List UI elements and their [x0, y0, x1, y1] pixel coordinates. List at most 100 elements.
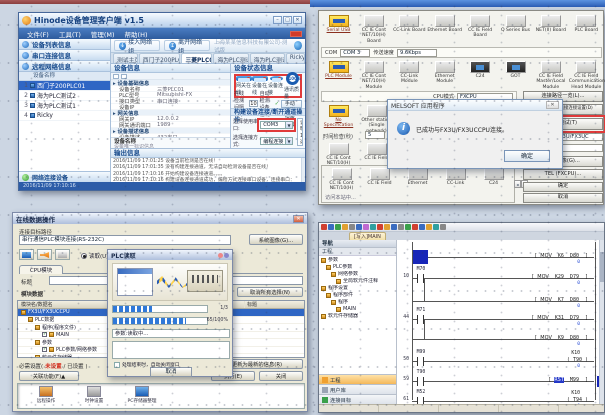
interface-item[interactable]: Q Series Bus — [498, 15, 533, 33]
tree-item[interactable]: 程序设置 — [319, 285, 396, 292]
ok-button[interactable]: 确定 — [523, 182, 603, 192]
tree-item[interactable]: PLC参数 — [319, 264, 396, 271]
interface-item[interactable]: CC-Link Board — [392, 15, 427, 33]
interface-item[interactable]: CC-Link Module — [392, 61, 427, 85]
toolbar-icon[interactable] — [377, 224, 383, 230]
sidebar-item-network-devices[interactable]: 网络连接设备 — [19, 171, 110, 182]
toolbar-icon[interactable] — [356, 224, 362, 230]
ladder-rung[interactable]: [ MOV K7 D80 ]0 — [397, 288, 594, 308]
toolbar-icon[interactable] — [405, 224, 411, 230]
toolbar-icon[interactable] — [384, 224, 390, 230]
chevron-down-icon[interactable]: ▼ — [285, 138, 292, 144]
interface-item[interactable]: C24 — [463, 61, 498, 79]
device-tab[interactable]: 西门子200PLC01 — [139, 53, 181, 63]
auto-close-checkbox[interactable] — [114, 362, 120, 368]
cancel-button[interactable]: 取消 — [150, 367, 192, 377]
manual-check-button[interactable]: 手动检测设备在线 — [281, 100, 302, 108]
sidebar-section-2[interactable]: 远程网络信息 — [19, 61, 110, 72]
dialog-titlebar[interactable]: PLC读取 — [108, 250, 232, 260]
ladder-rung[interactable]: [ MOV K6 D80 ]0 — [397, 244, 594, 264]
close-button[interactable]: ✕ — [293, 16, 302, 24]
tree-item[interactable]: 软元件存储器 — [319, 313, 396, 320]
toolbar-icon[interactable] — [391, 224, 397, 230]
tab-cpu-module[interactable]: CPU模块 — [19, 265, 63, 274]
document-tab[interactable]: [写入]MAIN — [349, 232, 386, 240]
toolbar-icon[interactable] — [433, 224, 439, 230]
device-tab[interactable]: Ricky — [286, 53, 305, 63]
toolbar-icon[interactable] — [419, 224, 425, 230]
log-scrollbar[interactable] — [301, 158, 305, 182]
cancel-all-button[interactable]: 取消所有选择(N) — [237, 287, 303, 297]
related-function-1[interactable]: 时钟设置 — [72, 386, 116, 404]
interface-item[interactable]: CC IE Cont NET/10(H) Module — [356, 61, 391, 90]
station-item[interactable]: No Specification — [321, 105, 356, 129]
menu-item[interactable]: 文件(F) — [22, 29, 54, 39]
chevron-down-icon[interactable]: ▼ — [285, 122, 292, 128]
leave-network-button[interactable]: ↥ 离开网络组 — [164, 40, 210, 51]
nav-button-连接目标[interactable]: 连接目标 — [319, 394, 396, 404]
route-module-item[interactable]: CC IE Cont NET/10(H) — [321, 143, 356, 167]
route-item[interactable]: CC IE Field — [362, 168, 397, 186]
time-check-field[interactable]: 5 — [365, 131, 385, 139]
ladder-rung[interactable]: 61M52K10( T94 )0 — [397, 388, 594, 404]
tel-button[interactable]: TEL (FXCPU)... — [523, 169, 603, 180]
toolbar-icon[interactable] — [349, 224, 355, 230]
cancel-button[interactable]: 取消 — [523, 193, 603, 203]
toolbar-icon[interactable] — [342, 224, 348, 230]
baud-field[interactable]: 9.6Kbps — [397, 49, 437, 57]
arrow-left-icon[interactable]: ◂ — [514, 180, 521, 188]
interval-input[interactable]: 10 — [249, 100, 257, 107]
related-function-0[interactable]: 远程操作 — [24, 386, 68, 404]
col-title[interactable]: 标题 — [244, 301, 304, 308]
sidebar-section-1[interactable]: 串口连接信息 — [19, 50, 110, 61]
vertical-scrollbar[interactable] — [599, 240, 604, 404]
sidebar-section-0[interactable]: 设备列表信息 — [19, 39, 110, 50]
close-icon[interactable]: ✕ — [293, 215, 304, 223]
close-button[interactable]: 关闭 — [259, 371, 303, 381]
device-row[interactable]: 1西门子200PLC01 — [19, 81, 110, 91]
checkbox[interactable]: ✓ — [42, 332, 47, 337]
tree-item[interactable]: 程序部件 — [319, 292, 396, 299]
route-item[interactable]: Ethernet — [400, 168, 435, 186]
collapse-all-icon[interactable] — [121, 74, 127, 79]
route-item[interactable]: CC IE Cont NET/10(H) — [324, 168, 359, 192]
related-functions-button[interactable]: 关联功能(F)▲ — [19, 371, 79, 381]
scrollbar-thumb[interactable] — [600, 252, 604, 282]
maximize-button[interactable]: □ — [283, 16, 292, 24]
toolbar-icon[interactable] — [328, 224, 334, 230]
device-tab[interactable]: 测试主页 — [113, 53, 138, 63]
radio-读取(U)[interactable]: 读取(U) — [81, 252, 108, 260]
tree-item[interactable]: MAIN — [319, 306, 396, 313]
ladder-edit-area[interactable]: [ MOV K6 D80 ]010M70[ MOV K29 D79 ]0 [ MO… — [397, 240, 604, 404]
toolbar-icon[interactable] — [335, 224, 341, 230]
window-titlebar[interactable]: Hinode设备管理客户端 v1.5 – □ ✕ — [19, 13, 305, 28]
ladder-rung[interactable]: 10M70[ MOV K29 D79 ]0 — [397, 265, 594, 285]
tree-item[interactable]: 参数 — [319, 257, 396, 264]
interface-item[interactable]: Ethernet Module — [427, 61, 462, 85]
tree-item[interactable]: 程序 — [319, 299, 396, 306]
speaker-icon-button[interactable] — [37, 249, 52, 260]
interface-item[interactable]: GOT — [498, 61, 533, 79]
device-tab[interactable]: 海为PLC测试1 — [250, 53, 285, 63]
interface-item[interactable]: Serial USB — [321, 15, 356, 33]
interface-item[interactable]: NET(II) Board — [533, 15, 568, 33]
interface-item[interactable]: CC IE Field Master/Local Module — [533, 61, 568, 90]
dialog-ok-button[interactable]: 确定 — [504, 150, 550, 162]
toolbar-icon[interactable] — [321, 224, 327, 230]
device-tab[interactable]: 海为PLC测试2 — [213, 53, 248, 63]
menu-item[interactable]: 工具(T) — [54, 29, 86, 39]
interface-item[interactable]: CC IE Cont NET/10(H) Board — [356, 15, 391, 44]
com-port-select[interactable]: COM3▼ — [260, 121, 293, 129]
dialog-titlebar[interactable]: 在线数据操作 ✕ — [13, 213, 307, 224]
edit-cursor-cell[interactable] — [413, 250, 428, 264]
progress-result-list[interactable] — [112, 341, 230, 359]
device-tab[interactable]: 三菱PLC08 — [181, 53, 212, 63]
monitor-icon-button[interactable] — [19, 249, 34, 260]
toolbar-icon[interactable] — [398, 224, 404, 230]
close-icon[interactable] — [224, 253, 229, 258]
checkbox[interactable]: ✓ — [42, 347, 47, 352]
close-icon[interactable]: ✕ — [546, 101, 559, 109]
tree-item[interactable]: 网络参数 — [319, 271, 396, 278]
nav-button-工程[interactable]: 工程 — [319, 374, 396, 384]
toolbar-icon[interactable] — [426, 224, 432, 230]
